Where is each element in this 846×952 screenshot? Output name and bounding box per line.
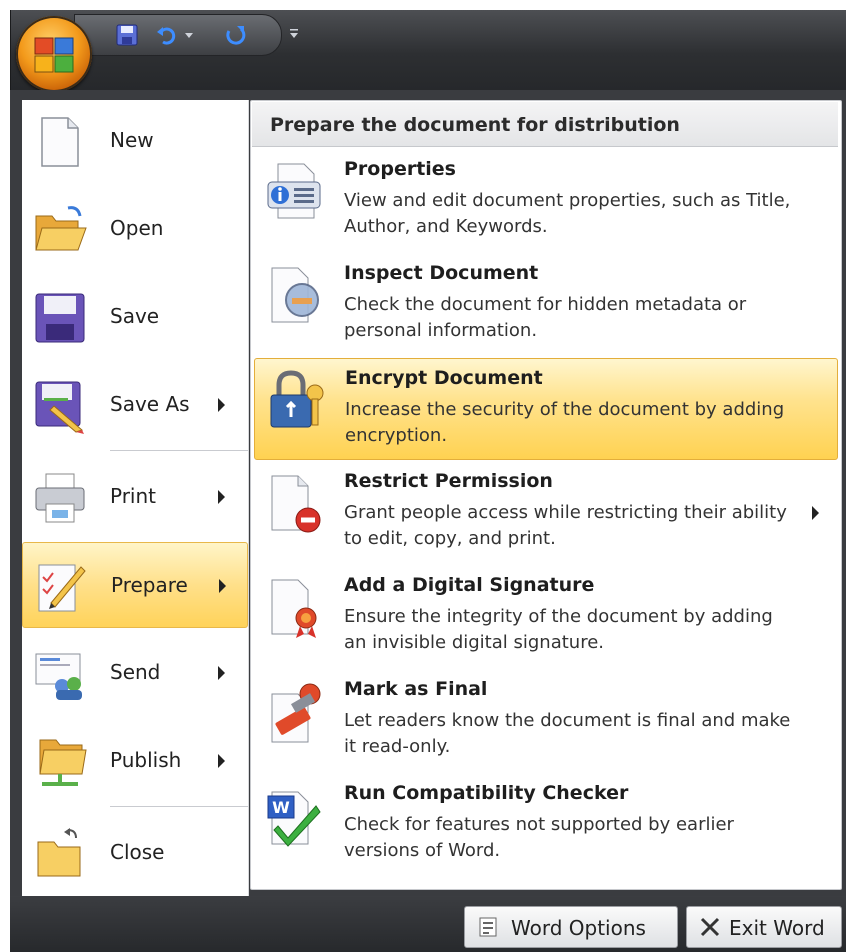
office-button[interactable] bbox=[16, 16, 92, 92]
menu-item-new[interactable]: New bbox=[22, 98, 248, 184]
menu-item-open[interactable]: Open bbox=[22, 186, 248, 272]
menu-item-label: Open bbox=[110, 216, 164, 240]
submenu-header: Prepare the document for distribution bbox=[252, 102, 838, 147]
new-document-icon bbox=[41, 117, 79, 167]
submenu-item-encrypt-document[interactable]: Encrypt Document Increase the security o… bbox=[254, 358, 838, 460]
save-disk-icon bbox=[35, 293, 85, 343]
menu-item-label: Save bbox=[110, 304, 160, 328]
exit-word-label: Exit Word bbox=[729, 916, 825, 940]
submenu-item-run-compatibility-checker[interactable]: W Run Compatibility Checker Check for fe… bbox=[254, 774, 838, 876]
submenu-item-title: Encrypt Document bbox=[345, 367, 543, 389]
menu-item-save[interactable]: Save bbox=[22, 274, 248, 360]
restrict-permission-icon bbox=[271, 475, 321, 533]
submenu-item-mark-as-final[interactable]: Mark as Final Let readers know the docum… bbox=[254, 670, 838, 772]
submenu-header-title: Prepare the document for distribution bbox=[270, 114, 680, 136]
menu-item-label: Close bbox=[110, 840, 165, 864]
digital-signature-icon bbox=[271, 579, 317, 638]
submenu-arrow-icon bbox=[218, 490, 225, 504]
exit-word-button[interactable]: Exit Word bbox=[686, 906, 842, 948]
menu-item-label: Save As bbox=[110, 392, 190, 416]
submenu-item-title: Inspect Document bbox=[344, 262, 539, 284]
menu-item-label: New bbox=[110, 128, 154, 152]
mark-final-icon bbox=[271, 683, 321, 743]
word-office-menu-window: New Open Save Save As Print Prepare Send… bbox=[0, 0, 846, 952]
submenu-item-inspect-document[interactable]: Inspect Document Check the document for … bbox=[254, 254, 838, 356]
encrypt-lock-icon bbox=[270, 370, 324, 428]
submenu-item-description: Let readers know the document is final a… bbox=[344, 710, 791, 757]
prepare-icon bbox=[38, 564, 86, 612]
menu-item-publish[interactable]: Publish bbox=[22, 718, 248, 804]
submenu-arrow-icon bbox=[218, 398, 225, 412]
submenu-item-title: Restrict Permission bbox=[344, 470, 553, 492]
quick-access-toolbar bbox=[74, 14, 282, 56]
send-icon bbox=[35, 653, 82, 700]
save-icon[interactable] bbox=[115, 23, 139, 47]
menu-item-close[interactable]: Close bbox=[22, 810, 248, 896]
menu-item-print[interactable]: Print bbox=[22, 454, 248, 540]
submenu-arrow-icon bbox=[812, 506, 819, 520]
submenu-item-description: Check for features not supported by earl… bbox=[344, 814, 734, 861]
word-options-icon bbox=[479, 917, 497, 937]
submenu-arrow-icon bbox=[218, 666, 225, 680]
save-as-icon bbox=[35, 381, 84, 434]
undo-dropdown-icon[interactable] bbox=[183, 23, 195, 47]
submenu-item-title: Mark as Final bbox=[344, 678, 488, 700]
svg-text:W: W bbox=[272, 798, 290, 817]
printer-icon bbox=[35, 473, 85, 523]
redo-icon[interactable] bbox=[223, 23, 247, 47]
submenu-item-description: Check the document for hidden metadata o… bbox=[344, 294, 747, 341]
compatibility-checker-icon: W bbox=[267, 791, 321, 847]
menu-item-label: Prepare bbox=[111, 573, 188, 597]
submenu-arrow-icon bbox=[218, 754, 225, 768]
submenu-item-description: Grant people access while restricting th… bbox=[344, 502, 787, 549]
submenu-item-properties[interactable]: Properties View and edit document proper… bbox=[254, 150, 838, 252]
word-options-button[interactable]: Word Options bbox=[464, 906, 678, 948]
menu-item-send[interactable]: Send bbox=[22, 630, 248, 716]
menu-separator bbox=[110, 806, 248, 807]
submenu-arrow-icon bbox=[219, 579, 226, 593]
open-folder-icon bbox=[35, 206, 87, 251]
submenu-item-title: Properties bbox=[344, 158, 456, 180]
submenu-item-description: View and edit document properties, such … bbox=[344, 190, 791, 237]
properties-icon bbox=[267, 163, 321, 219]
word-options-label: Word Options bbox=[511, 916, 646, 940]
submenu-item-title: Add a Digital Signature bbox=[344, 574, 595, 596]
submenu-item-restrict-permission[interactable]: Restrict Permission Grant people access … bbox=[254, 462, 838, 564]
submenu-item-add-digital-signature[interactable]: Add a Digital Signature Ensure the integ… bbox=[254, 566, 838, 668]
menu-item-label: Print bbox=[110, 484, 157, 508]
menu-item-prepare[interactable]: Prepare bbox=[22, 542, 248, 628]
publish-icon bbox=[39, 739, 87, 786]
undo-icon[interactable] bbox=[155, 23, 179, 47]
office-logo-icon bbox=[34, 37, 74, 73]
customize-qat-icon[interactable] bbox=[288, 26, 300, 42]
menu-item-label: Send bbox=[110, 660, 161, 684]
exit-x-icon bbox=[700, 917, 720, 937]
menu-item-save-as[interactable]: Save As bbox=[22, 362, 248, 448]
menu-item-label: Publish bbox=[110, 748, 182, 772]
inspect-document-icon bbox=[271, 267, 319, 323]
menu-separator bbox=[110, 450, 248, 451]
submenu-item-title: Run Compatibility Checker bbox=[344, 782, 629, 804]
close-folder-icon bbox=[37, 828, 81, 877]
submenu-item-description: Increase the security of the document by… bbox=[345, 399, 785, 446]
submenu-item-description: Ensure the integrity of the document by … bbox=[344, 606, 773, 653]
